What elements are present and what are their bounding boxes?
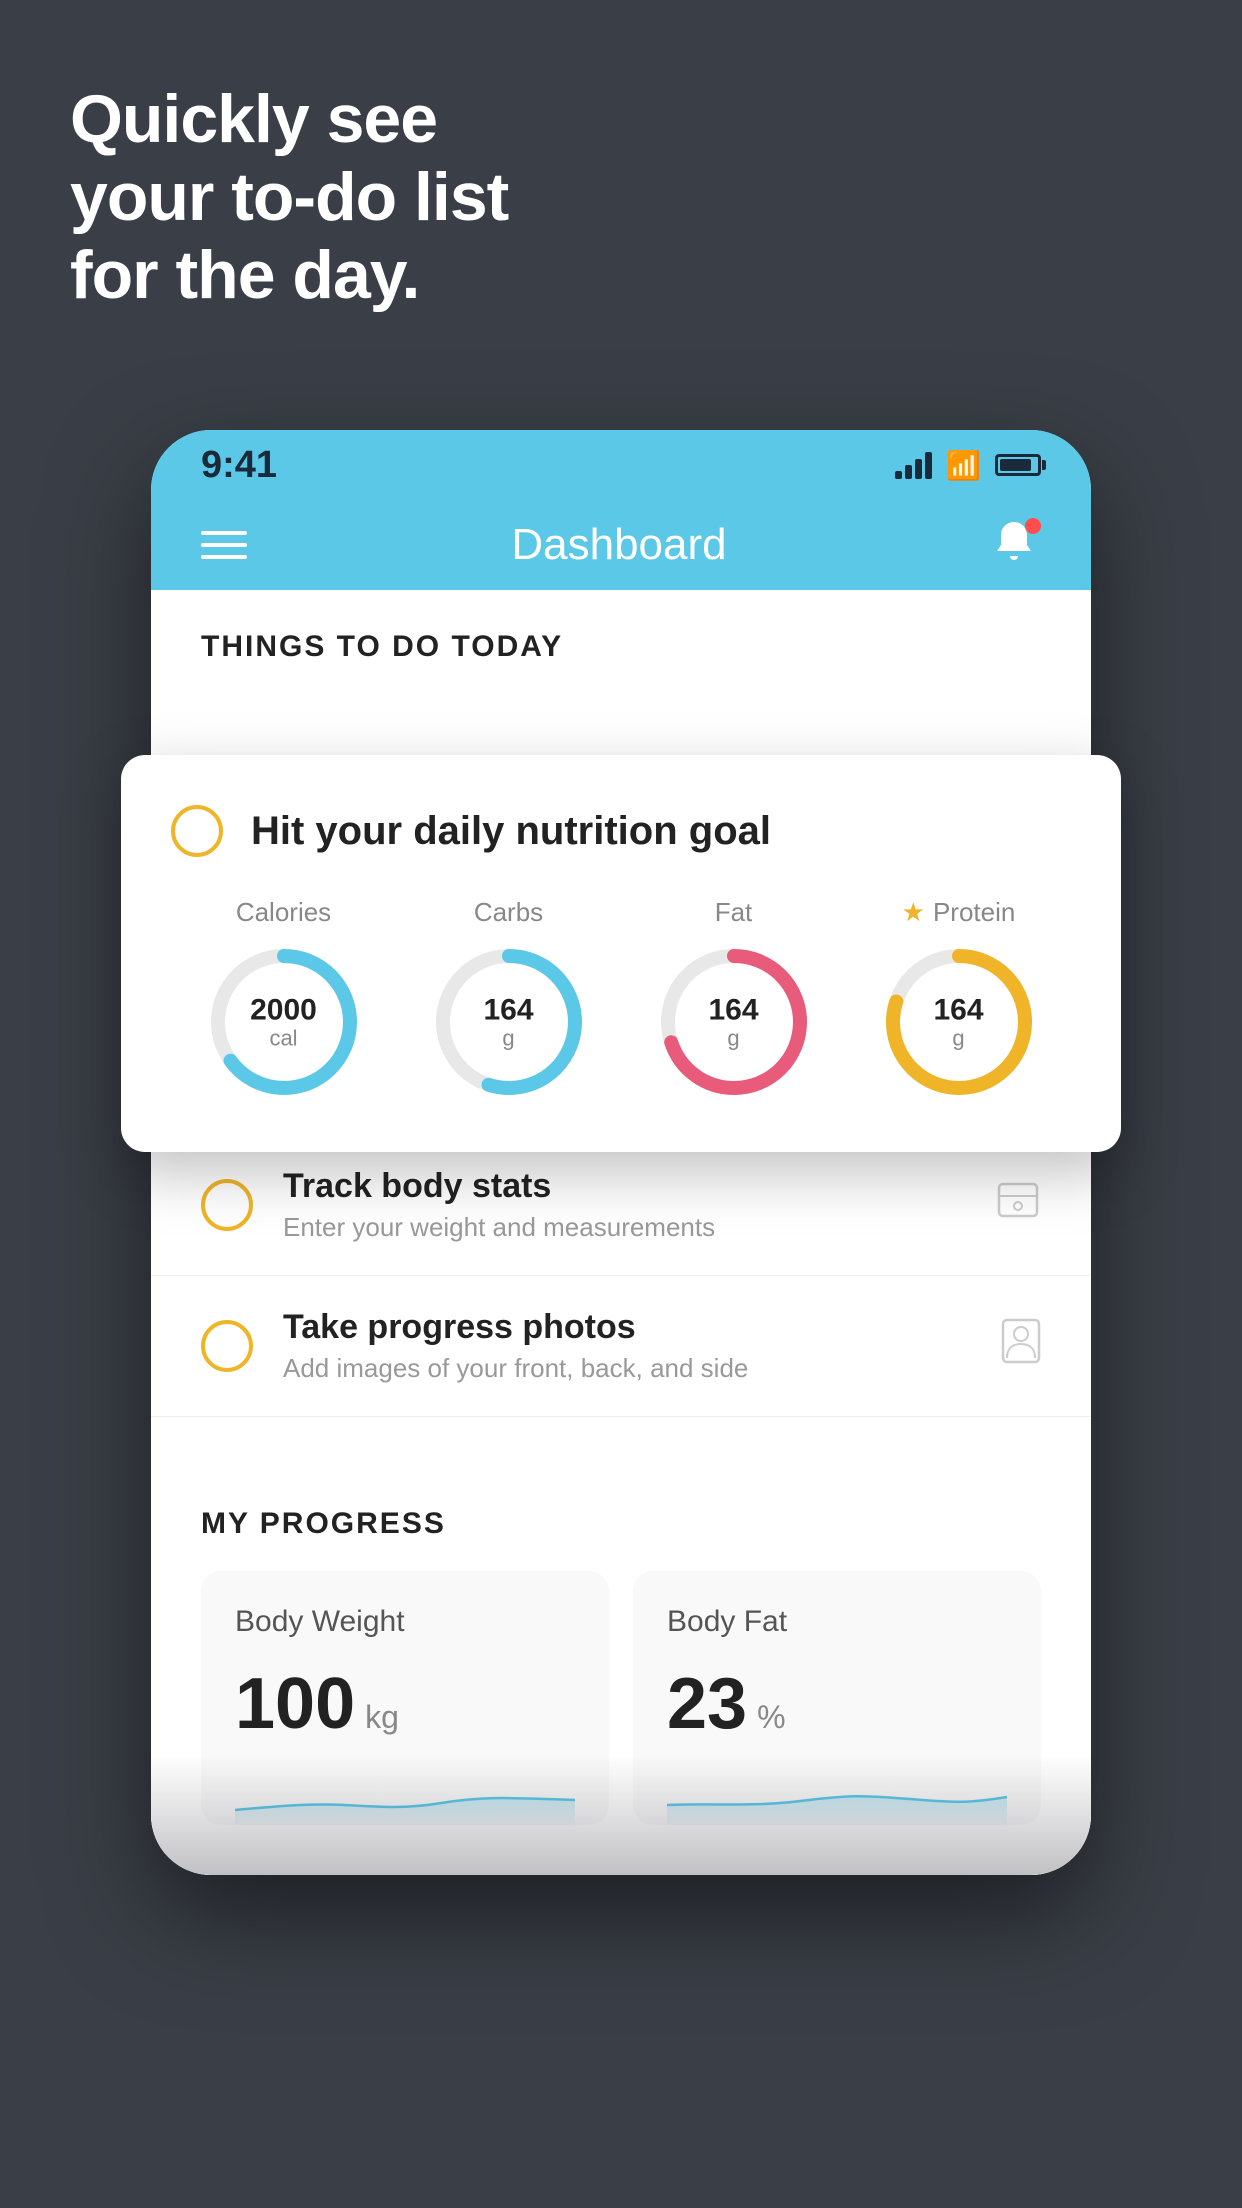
person-icon <box>1001 1318 1041 1374</box>
todo-item-photos[interactable]: Take progress photos Add images of your … <box>151 1276 1091 1417</box>
calories-label: Calories <box>236 897 331 928</box>
body-weight-title: Body Weight <box>235 1605 575 1639</box>
todo-item-body-stats[interactable]: Track body stats Enter your weight and m… <box>151 1135 1091 1276</box>
carbs-center: 164 g <box>483 993 533 1050</box>
body-weight-chart <box>235 1765 575 1825</box>
body-fat-value: 23 % <box>667 1663 1007 1745</box>
nav-title: Dashboard <box>511 520 726 570</box>
notification-dot <box>1025 518 1041 534</box>
body-weight-number: 100 <box>235 1663 355 1745</box>
nav-bar: Dashboard <box>151 500 1091 590</box>
todo-title-body-stats: Track body stats <box>283 1167 965 1206</box>
protein-label-row: ★ Protein <box>902 897 1016 928</box>
nutrition-circles: Calories 2000 cal Carbs <box>171 897 1071 1102</box>
hamburger-line <box>201 555 247 559</box>
nutrition-card-header: Hit your daily nutrition goal <box>171 805 1071 857</box>
body-weight-value: 100 kg <box>235 1663 575 1745</box>
wifi-icon: 📶 <box>946 449 981 482</box>
todo-subtitle-body-stats: Enter your weight and measurements <box>283 1212 965 1243</box>
body-fat-title: Body Fat <box>667 1605 1007 1639</box>
status-bar: 9:41 📶 <box>151 430 1091 500</box>
notification-button[interactable] <box>991 518 1041 572</box>
signal-icon <box>895 451 932 479</box>
body-fat-chart <box>667 1765 1007 1825</box>
protein-donut: 164 g <box>879 942 1039 1102</box>
star-icon: ★ <box>902 897 925 928</box>
body-fat-number: 23 <box>667 1663 747 1745</box>
carbs-item: Carbs 164 g <box>429 897 589 1102</box>
todo-title-photos: Take progress photos <box>283 1308 971 1347</box>
todo-checkbox-body-stats[interactable] <box>201 1179 253 1231</box>
fat-label: Fat <box>715 897 753 928</box>
todo-checkbox-photos[interactable] <box>201 1320 253 1372</box>
hamburger-line <box>201 543 247 547</box>
calories-item: Calories 2000 cal <box>204 897 364 1102</box>
progress-section: MY PROGRESS Body Weight 100 kg <box>151 1457 1091 1875</box>
battery-icon <box>995 454 1041 476</box>
fat-item: Fat 164 g <box>654 897 814 1102</box>
status-icons: 📶 <box>895 449 1041 482</box>
progress-cards: Body Weight 100 kg <box>201 1571 1041 1825</box>
nutrition-checkbox[interactable] <box>171 805 223 857</box>
carbs-label: Carbs <box>474 897 543 928</box>
fat-donut: 164 g <box>654 942 814 1102</box>
carbs-donut: 164 g <box>429 942 589 1102</box>
scale-icon <box>995 1180 1041 1230</box>
todo-content-photos: Take progress photos Add images of your … <box>283 1308 971 1384</box>
body-fat-unit: % <box>757 1699 785 1736</box>
body-fat-card[interactable]: Body Fat 23 % <box>633 1571 1041 1825</box>
phone-mockup: 9:41 📶 Dashboard <box>151 430 1091 1875</box>
protein-item: ★ Protein 164 g <box>879 897 1039 1102</box>
menu-button[interactable] <box>201 531 247 559</box>
hero-text: Quickly see your to-do list for the day. <box>70 80 508 315</box>
nutrition-card: Hit your daily nutrition goal Calories 2… <box>121 755 1121 1152</box>
todo-content-body-stats: Track body stats Enter your weight and m… <box>283 1167 965 1243</box>
fat-center: 164 g <box>708 993 758 1050</box>
protein-center: 164 g <box>933 993 983 1050</box>
body-weight-unit: kg <box>365 1699 399 1736</box>
body-weight-card[interactable]: Body Weight 100 kg <box>201 1571 609 1825</box>
status-time: 9:41 <box>201 444 277 487</box>
todo-subtitle-photos: Add images of your front, back, and side <box>283 1353 971 1384</box>
progress-header: MY PROGRESS <box>201 1507 1041 1541</box>
calories-donut: 2000 cal <box>204 942 364 1102</box>
nutrition-card-title: Hit your daily nutrition goal <box>251 809 771 854</box>
protein-label: Protein <box>933 897 1015 928</box>
things-header: THINGS TO DO TODAY <box>151 590 1091 684</box>
calories-center: 2000 cal <box>250 993 317 1050</box>
hamburger-line <box>201 531 247 535</box>
